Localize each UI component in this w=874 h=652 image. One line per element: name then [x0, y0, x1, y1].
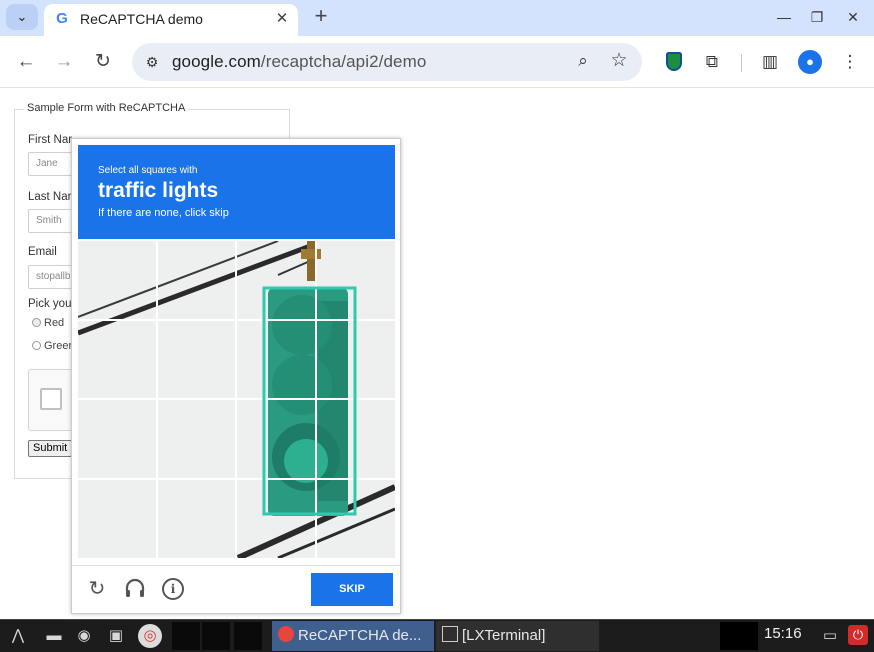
challenge-footer-divider: [72, 565, 400, 566]
tray-area: [720, 622, 758, 650]
challenge-target: traffic lights: [98, 179, 219, 202]
restore-button[interactable]: ❐: [806, 6, 828, 28]
pick-color-label: Pick you: [28, 298, 72, 310]
display-settings-icon[interactable]: ▭: [818, 624, 842, 648]
minimize-button[interactable]: —: [773, 6, 795, 28]
desktop-switch-icon[interactable]: ▣: [104, 624, 128, 648]
headphones-icon[interactable]: [122, 576, 148, 602]
challenge-header: Select all squares with traffic lights I…: [78, 145, 395, 239]
taskbar-terminal-window[interactable]: [LXTerminal]: [436, 621, 599, 651]
forward-icon[interactable]: →: [50, 48, 78, 76]
new-tab-button[interactable]: +: [308, 4, 334, 30]
url-path: /recaptcha/api2/demo: [260, 52, 427, 71]
workspace-1[interactable]: [172, 622, 200, 650]
back-icon[interactable]: ←: [12, 48, 40, 76]
hanger-bracket: [301, 249, 321, 259]
challenge-subinstruction: If there are none, click skip: [98, 207, 229, 219]
first-name-label: First Nar: [28, 134, 73, 146]
recaptcha-challenge: Select all squares with traffic lights I…: [71, 138, 401, 614]
challenge-image-grid: [78, 241, 395, 558]
traffic-light-yellow-lamp: [272, 355, 332, 415]
challenge-instruction: Select all squares with: [98, 165, 198, 176]
file-manager-icon[interactable]: ◉: [72, 624, 96, 648]
reload-icon[interactable]: ↻: [89, 48, 117, 76]
page-content: Sample Form with ReCAPTCHA First Nar Jan…: [0, 89, 874, 619]
address-bar[interactable]: ⚙ google.com/recaptcha/api2/demo ⌕ ☆: [132, 43, 642, 81]
radio-red-label: Red: [44, 317, 65, 329]
tab-search-button[interactable]: ⌄: [6, 4, 38, 30]
google-favicon-icon: G: [56, 10, 68, 27]
os-taskbar: ⋀ ▬ ◉ ▣ ◎ ReCAPTCHA de... [LXTerminal] 1…: [0, 619, 874, 652]
zoom-icon[interactable]: ⌕: [572, 51, 594, 73]
tab-title: ReCAPTCHA demo: [80, 11, 203, 27]
light-hanger: [307, 241, 315, 281]
url-text[interactable]: google.com/recaptcha/api2/demo: [172, 52, 426, 72]
start-menu-icon[interactable]: ⋀: [6, 624, 30, 648]
submit-button[interactable]: Submit: [28, 440, 73, 457]
tab-active[interactable]: G ReCAPTCHA demo ✕: [44, 4, 298, 36]
browser-toolbar: ← → ↻ ⚙ google.com/recaptcha/api2/demo ⌕…: [0, 36, 874, 88]
bookmark-star-icon[interactable]: ☆: [608, 49, 630, 71]
chrome-icon: [278, 626, 294, 642]
shield-extension-icon[interactable]: [662, 50, 686, 74]
minimize-all-icon[interactable]: ▬: [42, 624, 66, 648]
traffic-light-green-glow: [284, 439, 328, 483]
radio-red[interactable]: Red: [32, 317, 64, 329]
power-icon[interactable]: ⏻: [848, 625, 868, 645]
chrome-task-label: ReCAPTCHA de...: [298, 627, 422, 644]
workspace-3[interactable]: [234, 622, 262, 650]
chrome-launcher-icon[interactable]: ◎: [138, 624, 162, 648]
skip-button[interactable]: SKIP: [311, 573, 393, 606]
menu-kebab-icon[interactable]: ⋮: [838, 50, 862, 74]
recaptcha-checkbox[interactable]: [40, 388, 62, 410]
info-icon[interactable]: i: [162, 578, 184, 600]
radio-green[interactable]: Greer: [32, 340, 72, 352]
traffic-light-photo: [78, 241, 395, 558]
form-legend: Sample Form with ReCAPTCHA: [24, 102, 189, 114]
side-panel-icon[interactable]: ▥: [758, 50, 782, 74]
tab-strip: ⌄ G ReCAPTCHA demo ✕ + — ❐ ✕: [0, 0, 874, 36]
reload-challenge-icon[interactable]: ↻: [84, 576, 110, 602]
terminal-icon: [442, 626, 458, 642]
tab-close-icon[interactable]: ✕: [272, 9, 292, 29]
site-settings-icon[interactable]: ⚙: [142, 52, 162, 72]
terminal-task-label: [LXTerminal]: [462, 627, 546, 644]
chevron-down-icon: ⌄: [16, 9, 28, 24]
close-window-button[interactable]: ✕: [842, 6, 864, 28]
traffic-light-red-lamp: [272, 295, 332, 355]
workspace-2[interactable]: [202, 622, 230, 650]
last-name-label: Last Nar: [28, 191, 72, 203]
email-label: Email: [28, 246, 57, 258]
profile-avatar-icon[interactable]: ●: [798, 50, 822, 74]
radio-green-label: Greer: [44, 340, 73, 352]
extensions-puzzle-icon[interactable]: ⧉: [700, 50, 724, 74]
url-host: google.com: [172, 52, 261, 71]
taskbar-chrome-window[interactable]: ReCAPTCHA de...: [272, 621, 434, 651]
toolbar-divider: [741, 54, 742, 72]
clock[interactable]: 15:16: [764, 625, 802, 642]
